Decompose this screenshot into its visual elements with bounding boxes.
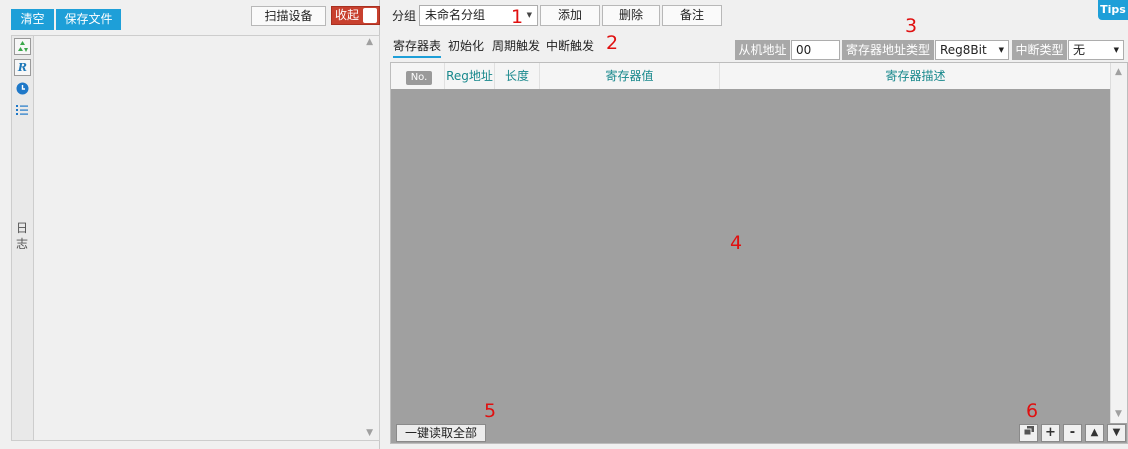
log-output-area[interactable]: ▲ ▼ (34, 35, 380, 441)
tab-init[interactable]: 初始化 (448, 37, 484, 55)
annotation-1: 1 (511, 6, 524, 28)
note-button[interactable]: 备注 (662, 5, 722, 26)
add-button[interactable]: 添加 (540, 5, 600, 26)
scroll-up-icon[interactable]: ▲ (1115, 67, 1122, 77)
delete-button[interactable]: 删除 (602, 5, 660, 26)
collapse-toggle[interactable]: 收起 (331, 6, 380, 25)
table-header: No. Reg地址 长度 寄存器值 寄存器描述 (391, 63, 1111, 89)
annotation-6: 6 (1026, 400, 1039, 422)
add-row-button[interactable]: + (1041, 424, 1060, 442)
col-no: No. (394, 63, 445, 89)
scroll-down-icon[interactable]: ▼ (366, 428, 373, 438)
tab-register-table[interactable]: 寄存器表 (393, 37, 442, 58)
tips-button[interactable]: Tips (1098, 0, 1128, 20)
scroll-down-icon[interactable]: ▼ (1115, 409, 1122, 419)
interrupt-type-label: 中断类型 (1012, 40, 1067, 60)
table-scrollbar[interactable]: ▲ ▼ (1110, 63, 1127, 423)
slave-address-input[interactable]: 00 (791, 40, 840, 60)
col-no-badge: No. (405, 71, 433, 85)
save-file-button[interactable]: 保存文件 (56, 9, 121, 30)
read-all-button[interactable]: 一键读取全部 (396, 424, 486, 442)
interrupt-type-value: 无 (1073, 43, 1086, 57)
table-footer: 一键读取全部 + - ▲ ▼ (391, 423, 1127, 443)
col-register-description: 寄存器描述 (885, 69, 946, 83)
col-length: 长度 (495, 63, 540, 89)
chevron-down-icon: ▼ (998, 46, 1004, 54)
r-format-icon[interactable]: R (14, 59, 31, 76)
register-table[interactable]: No. Reg地址 长度 寄存器值 寄存器描述 ▲ ▼ 一键读取全部 + - ▲… (390, 62, 1128, 444)
slave-address-label: 从机地址 (735, 40, 790, 60)
col-reg-address: Reg地址 (445, 63, 495, 89)
tab-periodic-trigger[interactable]: 周期触发 (492, 37, 540, 55)
scroll-up-icon[interactable]: ▲ (366, 37, 373, 47)
clock-icon[interactable] (14, 80, 31, 97)
move-up-button[interactable]: ▲ (1085, 424, 1104, 442)
log-label-char-1: 日 (15, 221, 28, 235)
reg-addr-type-value: Reg8Bit (940, 43, 987, 57)
annotation-3: 3 (905, 15, 918, 37)
toggle-knob (363, 8, 377, 23)
clear-button[interactable]: 清空 (11, 9, 54, 30)
remove-row-button[interactable]: - (1063, 424, 1082, 442)
recycle-icon[interactable] (14, 38, 31, 55)
copy-icon[interactable] (1019, 424, 1038, 442)
log-vertical-label: 日 志 (14, 220, 30, 252)
scan-device-button[interactable]: 扫描设备 (251, 6, 326, 26)
list-icon[interactable] (14, 101, 31, 118)
chevron-down-icon: ▼ (1113, 46, 1119, 54)
log-label-char-2: 志 (15, 237, 28, 251)
collapse-label: 收起 (335, 8, 360, 22)
chevron-down-icon: ▼ (526, 11, 532, 19)
group-label: 分组 (392, 9, 417, 23)
tab-interrupt-trigger[interactable]: 中断触发 (546, 37, 594, 55)
move-down-button[interactable]: ▼ (1107, 424, 1126, 442)
group-select-value: 未命名分组 (425, 8, 486, 22)
reg-addr-type-select[interactable]: Reg8Bit ▼ (935, 40, 1009, 60)
annotation-5: 5 (484, 400, 497, 422)
annotation-4: 4 (730, 232, 743, 254)
col-register-value: 寄存器值 (540, 63, 720, 89)
annotation-2: 2 (606, 32, 619, 54)
reg-addr-type-label: 寄存器地址类型 (842, 40, 934, 60)
interrupt-type-select[interactable]: 无 ▼ (1068, 40, 1124, 60)
